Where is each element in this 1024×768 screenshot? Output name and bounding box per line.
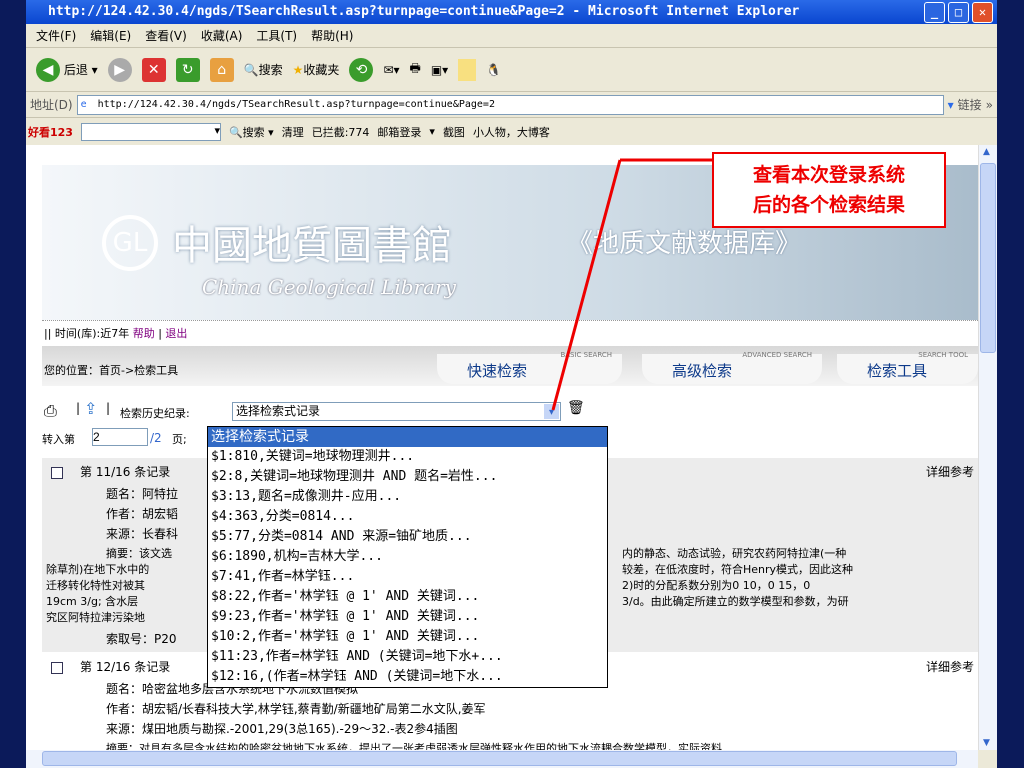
annotation-arrow [551,158,712,411]
